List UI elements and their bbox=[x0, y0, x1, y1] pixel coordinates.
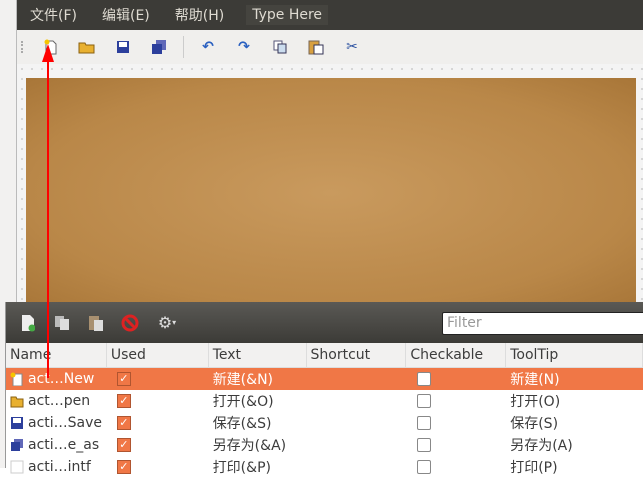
new-file-icon bbox=[10, 372, 24, 387]
menu-edit[interactable]: 编辑(E) bbox=[99, 3, 153, 27]
table-header: Name Used Text Shortcut Checkable ToolTi… bbox=[6, 343, 643, 368]
paste-action-icon[interactable] bbox=[84, 311, 108, 335]
settings-gear-icon[interactable]: ⚙ ▾ bbox=[152, 311, 182, 335]
new-file-icon[interactable] bbox=[39, 35, 63, 59]
action-table: act…New ✓ 新建(&N) 新建(N) act…pen ✓ 打开(&O) … bbox=[6, 368, 643, 478]
column-header-tooltip[interactable]: ToolTip bbox=[506, 343, 643, 367]
action-name: acti…e_as bbox=[28, 437, 100, 453]
print-icon bbox=[10, 460, 24, 474]
used-checkbox[interactable]: ✓ bbox=[116, 416, 131, 430]
action-tooltip: 新建(N) bbox=[510, 372, 560, 388]
redo-icon[interactable]: ↷ bbox=[232, 35, 256, 59]
checkable-checkbox[interactable] bbox=[417, 394, 432, 408]
save-as-icon bbox=[10, 438, 24, 452]
action-text: 另存为(&A) bbox=[212, 438, 287, 454]
action-text: 打印(&P) bbox=[212, 460, 271, 476]
action-name: act…pen bbox=[28, 393, 91, 409]
action-name: acti…Save bbox=[28, 415, 103, 431]
action-text: 保存(&S) bbox=[212, 416, 272, 432]
menu-help[interactable]: 帮助(H) bbox=[172, 3, 227, 27]
column-header-text[interactable]: Text bbox=[209, 343, 307, 367]
column-header-checkable[interactable]: Checkable bbox=[406, 343, 507, 367]
action-name: act…New bbox=[28, 371, 95, 387]
menu-file[interactable]: 文件(F) bbox=[27, 3, 80, 27]
action-tooltip: 打印(P) bbox=[510, 460, 558, 476]
form-canvas[interactable] bbox=[17, 64, 643, 308]
column-header-shortcut[interactable]: Shortcut bbox=[307, 343, 407, 367]
filter-input[interactable]: Filter bbox=[442, 312, 643, 335]
undo-icon[interactable]: ↶ bbox=[196, 35, 220, 59]
menu-bar: 文件(F) 编辑(E) 帮助(H) Type Here bbox=[17, 0, 643, 30]
background-image bbox=[26, 78, 636, 308]
table-row[interactable]: acti…Save ✓ 保存(&S) 保存(S) bbox=[6, 412, 643, 434]
save-icon[interactable] bbox=[111, 35, 135, 59]
action-tooltip: 打开(O) bbox=[510, 394, 561, 410]
table-row[interactable]: act…New ✓ 新建(&N) 新建(N) bbox=[6, 368, 643, 390]
action-name: acti…intf bbox=[28, 459, 91, 475]
used-checkbox[interactable]: ✓ bbox=[116, 394, 131, 408]
checkable-checkbox[interactable] bbox=[417, 460, 432, 474]
menu-type-here[interactable]: Type Here bbox=[246, 5, 329, 25]
copy-icon[interactable] bbox=[268, 35, 292, 59]
checkable-checkbox[interactable] bbox=[417, 438, 432, 452]
cut-icon[interactable]: ✂ bbox=[340, 35, 364, 59]
action-text: 打开(&O) bbox=[212, 394, 274, 410]
action-editor-toolbar: ⚙ ▾ Filter bbox=[6, 302, 643, 343]
checkable-checkbox[interactable] bbox=[417, 372, 432, 386]
used-checkbox[interactable]: ✓ bbox=[116, 438, 131, 452]
action-tooltip: 保存(S) bbox=[510, 416, 559, 432]
action-editor: ⚙ ▾ Filter Name Used Text Shortcut Checka… bbox=[5, 302, 643, 476]
toolbar-grip[interactable] bbox=[21, 41, 27, 53]
toolbar: ↶ ↷ ✂ bbox=[17, 30, 643, 64]
paste-icon[interactable] bbox=[304, 35, 328, 59]
column-header-used[interactable]: Used bbox=[107, 343, 209, 367]
save-as-icon[interactable] bbox=[147, 35, 171, 59]
open-folder-icon bbox=[10, 394, 24, 408]
column-header-name[interactable]: Name bbox=[6, 343, 107, 367]
save-icon bbox=[10, 416, 24, 430]
copy-action-icon[interactable] bbox=[50, 311, 74, 335]
checkable-checkbox[interactable] bbox=[417, 416, 432, 430]
open-folder-icon[interactable] bbox=[75, 35, 99, 59]
action-tooltip: 另存为(A) bbox=[510, 438, 573, 454]
table-row[interactable]: act…pen ✓ 打开(&O) 打开(O) bbox=[6, 390, 643, 412]
table-row[interactable]: acti…intf ✓ 打印(&P) 打印(P) bbox=[6, 456, 643, 478]
table-row[interactable]: acti…e_as ✓ 另存为(&A) 另存为(A) bbox=[6, 434, 643, 456]
new-action-icon[interactable] bbox=[16, 311, 40, 335]
delete-action-icon[interactable] bbox=[118, 311, 142, 335]
used-checkbox[interactable]: ✓ bbox=[116, 372, 131, 386]
toolbar-separator bbox=[183, 36, 184, 58]
action-text: 新建(&N) bbox=[212, 372, 274, 388]
used-checkbox[interactable]: ✓ bbox=[116, 460, 131, 474]
